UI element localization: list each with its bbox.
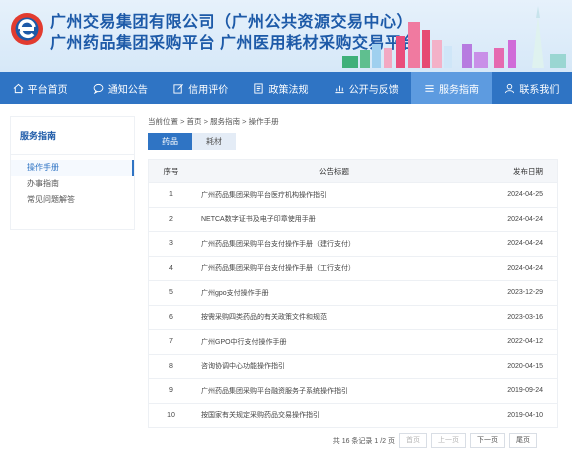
table-header: 序号 公告标题 发布日期 bbox=[149, 160, 557, 182]
last-page-button[interactable]: 尾页 bbox=[509, 433, 537, 448]
nav-contact[interactable]: 联系我们 bbox=[492, 72, 572, 104]
row-num: 2 bbox=[169, 215, 173, 223]
header-banner: 广州交易集团有限公司（广州公共资源交易中心） 广州药品集团采购平台 广州医用耗材… bbox=[0, 0, 572, 72]
category-tabs: 药品 耗材 bbox=[148, 133, 236, 150]
row-num: 1 bbox=[169, 191, 173, 199]
nav-contact-label: 联系我们 bbox=[519, 84, 560, 96]
row-title-link[interactable]: 广州药品集团采购平台融资服务子系统操作指引 bbox=[193, 386, 475, 396]
user-icon bbox=[505, 83, 515, 93]
city-skyline-image bbox=[342, 6, 566, 68]
row-date: 2023-03-16 bbox=[507, 313, 543, 321]
table-row[interactable]: 1 广州药品集团采购平台医疗机构操作指引 2024-04-25 bbox=[149, 182, 557, 207]
row-num: 7 bbox=[169, 338, 173, 346]
nav-notices[interactable]: 通知公告 bbox=[80, 72, 160, 104]
breadcrumb: 当前位置 > 首页 > 服务指南 > 操作手册 bbox=[148, 117, 279, 126]
row-date: 2024-04-24 bbox=[507, 215, 543, 223]
table-row[interactable]: 2 NETCA数字证书及电子印章使用手册 2024-04-24 bbox=[149, 206, 557, 232]
pagination-summary: 共 16 条记录 1 /2 页 bbox=[332, 437, 395, 445]
row-num: 9 bbox=[169, 387, 173, 395]
row-num: 10 bbox=[167, 411, 175, 419]
row-title-link[interactable]: 广州GPO中行支付操作手册 bbox=[193, 337, 475, 347]
manual-table: 序号 公告标题 发布日期 1 广州药品集团采购平台医疗机构操作指引 2024-04-… bbox=[148, 159, 558, 428]
row-title-link[interactable]: 广州药品集团采购平台医疗机构操作指引 bbox=[193, 190, 475, 200]
row-date: 2019-09-24 bbox=[507, 387, 543, 395]
sidebar-item-manual[interactable]: 操作手册 bbox=[11, 160, 134, 176]
first-page-button[interactable]: 首页 bbox=[399, 433, 427, 448]
header-num: 序号 bbox=[163, 166, 179, 176]
next-page-button[interactable]: 下一页 bbox=[470, 433, 505, 448]
row-date: 2022-04-12 bbox=[507, 338, 543, 346]
nav-home[interactable]: 平台首页 bbox=[0, 72, 80, 104]
header-title: 公告标题 bbox=[319, 166, 349, 176]
main-nav: 平台首页 通知公告 信用评价 政策法规 公开与反馈 服务指南 联系我们 bbox=[0, 72, 572, 104]
nav-service-guide-label: 服务指南 bbox=[439, 84, 480, 96]
table-row[interactable]: 5 广州gpo支付操作手册 2023-12-29 bbox=[149, 280, 557, 305]
header-date: 发布日期 bbox=[513, 166, 543, 176]
nav-home-label: 平台首页 bbox=[27, 84, 68, 96]
row-date: 2024-04-25 bbox=[507, 191, 543, 199]
table-row[interactable]: 7 广州GPO中行支付操作手册 2022-04-12 bbox=[149, 329, 557, 354]
home-icon bbox=[13, 83, 24, 93]
tab-consumables[interactable]: 耗材 bbox=[192, 133, 236, 150]
nav-feedback[interactable]: 公开与反馈 bbox=[321, 72, 411, 104]
tab-drugs[interactable]: 药品 bbox=[148, 133, 192, 150]
row-num: 8 bbox=[169, 362, 173, 370]
row-title-link[interactable]: 按需采购四类药品的有关政策文件和规范 bbox=[193, 312, 475, 322]
row-date: 2024-04-24 bbox=[507, 240, 543, 248]
row-title-link[interactable]: 广州药品集团采购平台支付操作手册（建行支付） bbox=[193, 239, 475, 249]
nav-feedback-label: 公开与反馈 bbox=[348, 84, 399, 96]
row-num: 3 bbox=[169, 240, 173, 248]
document-icon bbox=[254, 82, 264, 94]
row-title-link[interactable]: 按国家有关规定采购药品交易操作指引 bbox=[193, 410, 475, 420]
row-num: 6 bbox=[169, 313, 173, 321]
table-row[interactable]: 9 广州药品集团采购平台融资服务子系统操作指引 2019-09-24 bbox=[149, 378, 557, 403]
row-title-link[interactable]: 咨询协调中心功能操作指引 bbox=[193, 361, 475, 371]
table-row[interactable]: 6 按需采购四类药品的有关政策文件和规范 2023-03-16 bbox=[149, 304, 557, 330]
table-row[interactable]: 3 广州药品集团采购平台支付操作手册（建行支付） 2024-04-24 bbox=[149, 231, 557, 256]
nav-policy[interactable]: 政策法规 bbox=[241, 72, 321, 104]
table-row[interactable]: 4 广州药品集团采购平台支付操作手册（工行支付） 2024-04-24 bbox=[149, 255, 557, 281]
row-num: 4 bbox=[169, 264, 173, 272]
row-date: 2023-12-29 bbox=[507, 289, 543, 297]
sidebar-item-guide[interactable]: 办事指南 bbox=[11, 176, 134, 192]
table-row[interactable]: 10 按国家有关规定采购药品交易操作指引 2019-04-10 bbox=[149, 402, 557, 428]
nav-credit-label: 信用评价 bbox=[188, 84, 229, 96]
row-date: 2024-04-24 bbox=[507, 264, 543, 272]
prev-page-button[interactable]: 上一页 bbox=[431, 433, 466, 448]
nav-policy-label: 政策法规 bbox=[268, 84, 309, 96]
row-date: 2020-04-15 bbox=[507, 362, 543, 370]
row-num: 5 bbox=[169, 289, 173, 297]
chart-icon bbox=[335, 85, 344, 93]
row-title-link[interactable]: 广州gpo支付操作手册 bbox=[193, 288, 475, 298]
table-row[interactable]: 8 咨询协调中心功能操作指引 2020-04-15 bbox=[149, 353, 557, 379]
pagination: 共 16 条记录 1 /2 页 首页 上一页 下一页 尾页 bbox=[333, 433, 537, 448]
sidebar: 服务指南 操作手册 办事指南 常见问题解答 bbox=[10, 116, 135, 230]
nav-credit[interactable]: 信用评价 bbox=[161, 72, 241, 104]
e-logo-icon bbox=[11, 13, 43, 45]
row-title-link[interactable]: 广州药品集团采购平台支付操作手册（工行支付） bbox=[193, 263, 475, 273]
row-date: 2019-04-10 bbox=[507, 411, 543, 419]
list-icon bbox=[425, 84, 434, 92]
nav-service-guide[interactable]: 服务指南 bbox=[411, 72, 492, 104]
edit-icon bbox=[173, 83, 184, 94]
chat-icon bbox=[93, 83, 104, 94]
nav-notices-label: 通知公告 bbox=[107, 84, 148, 96]
row-title-link[interactable]: NETCA数字证书及电子印章使用手册 bbox=[193, 214, 475, 224]
sidebar-item-faq[interactable]: 常见问题解答 bbox=[11, 192, 134, 208]
sidebar-title: 服务指南 bbox=[11, 117, 134, 155]
